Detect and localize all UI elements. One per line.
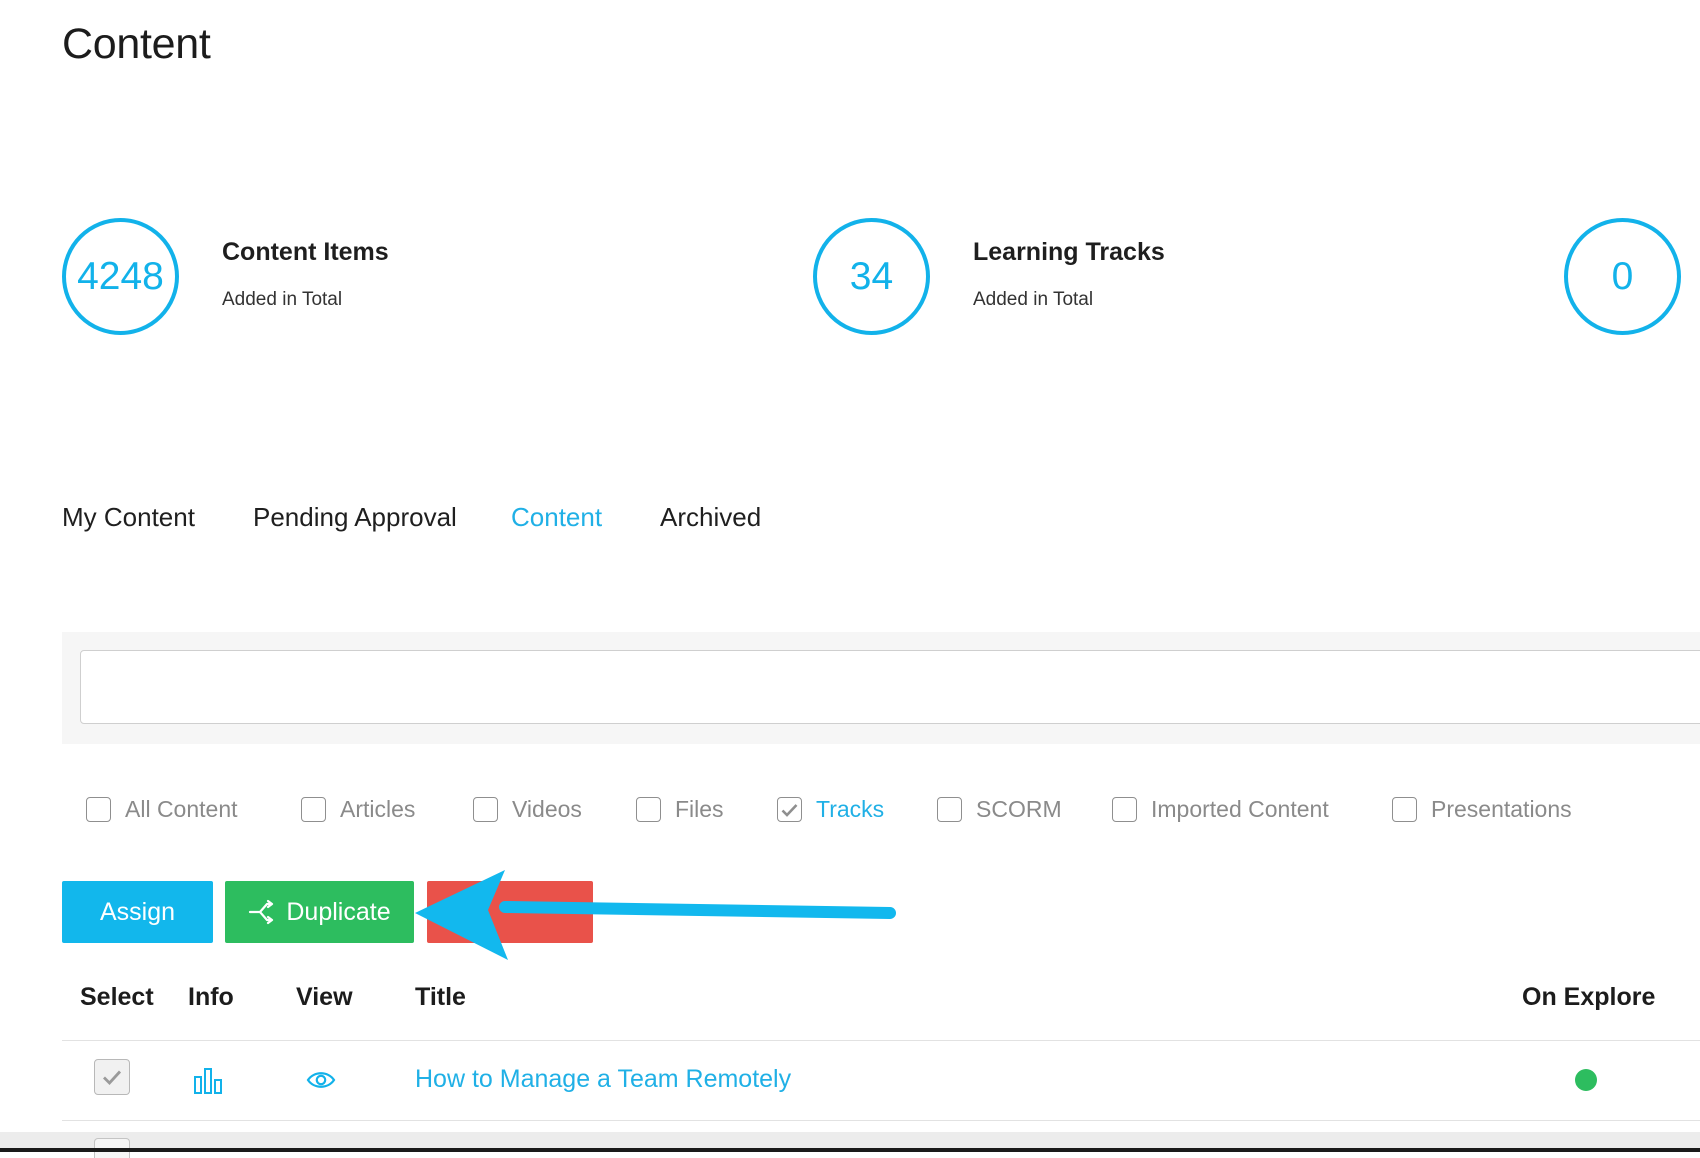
- on-explore-indicator: [1575, 1069, 1597, 1091]
- tab-archived[interactable]: Archived: [660, 502, 761, 533]
- filter-tracks[interactable]: Tracks: [777, 796, 884, 823]
- content-items-count: 4248: [77, 254, 164, 298]
- tab-my-content[interactable]: My Content: [62, 502, 195, 533]
- checkmark-icon: [103, 1070, 122, 1085]
- filter-label: Videos: [512, 796, 582, 822]
- assign-button[interactable]: Assign: [62, 881, 213, 943]
- filter-scorm[interactable]: SCORM: [937, 796, 1062, 823]
- filter-files[interactable]: Files: [636, 796, 724, 823]
- checkbox[interactable]: [937, 797, 962, 822]
- filter-all-content[interactable]: All Content: [86, 796, 238, 823]
- third-stat-count: 0: [1611, 254, 1634, 298]
- checkbox[interactable]: [1112, 797, 1137, 822]
- checkbox[interactable]: [473, 797, 498, 822]
- header-on-explore: On Explore: [1522, 983, 1656, 1011]
- duplicate-icon: [249, 899, 274, 925]
- page-title: Content: [62, 20, 211, 68]
- checkbox[interactable]: [1392, 797, 1417, 822]
- checkmark-icon: [781, 803, 798, 817]
- header-info: Info: [188, 983, 234, 1011]
- learning-tracks-sub: Added in Total: [973, 289, 1094, 310]
- header-select: Select: [80, 983, 154, 1011]
- row-select-checkbox[interactable]: [94, 1059, 130, 1095]
- window-bottom-edge: [0, 1148, 1700, 1152]
- filter-imported-content[interactable]: Imported Content: [1112, 796, 1329, 823]
- annotation-arrow: [415, 870, 896, 960]
- header-view: View: [296, 983, 353, 1011]
- duplicate-button[interactable]: Duplicate: [225, 881, 414, 943]
- filter-articles[interactable]: Articles: [301, 796, 415, 823]
- content-items-sub: Added in Total: [222, 289, 343, 310]
- learning-tracks-count: 34: [849, 254, 894, 298]
- divider: [62, 1120, 1700, 1121]
- checkbox[interactable]: [301, 797, 326, 822]
- learning-tracks-count-circle: 34: [813, 218, 930, 335]
- checkbox[interactable]: [636, 797, 661, 822]
- filter-label: All Content: [125, 796, 238, 822]
- checkbox[interactable]: [777, 797, 802, 822]
- filter-presentations[interactable]: Presentations: [1392, 796, 1572, 823]
- filter-label: Tracks: [816, 796, 885, 822]
- content-items-count-circle: 4248: [62, 218, 179, 335]
- checkbox[interactable]: [86, 797, 111, 822]
- bar-chart-icon[interactable]: [193, 1067, 223, 1095]
- eye-icon[interactable]: [306, 1069, 336, 1091]
- content-title-link[interactable]: How to Manage a Team Remotely: [415, 1065, 791, 1094]
- filter-videos[interactable]: Videos: [473, 796, 582, 823]
- divider: [62, 1040, 1700, 1041]
- filter-label: Imported Content: [1151, 796, 1329, 822]
- filter-label: Articles: [340, 796, 416, 822]
- tab-pending-approval[interactable]: Pending Approval: [253, 502, 457, 533]
- content-items-label: Content Items: [222, 238, 389, 266]
- filter-label: Presentations: [1431, 796, 1572, 822]
- duplicate-button-label: Duplicate: [286, 897, 391, 926]
- header-title: Title: [415, 983, 466, 1011]
- search-input[interactable]: [80, 650, 1700, 724]
- learning-tracks-label: Learning Tracks: [973, 238, 1165, 266]
- tab-content[interactable]: Content: [511, 502, 602, 533]
- third-stat-circle: 0: [1564, 218, 1681, 335]
- filter-label: SCORM: [976, 796, 1062, 822]
- filter-label: Files: [675, 796, 724, 822]
